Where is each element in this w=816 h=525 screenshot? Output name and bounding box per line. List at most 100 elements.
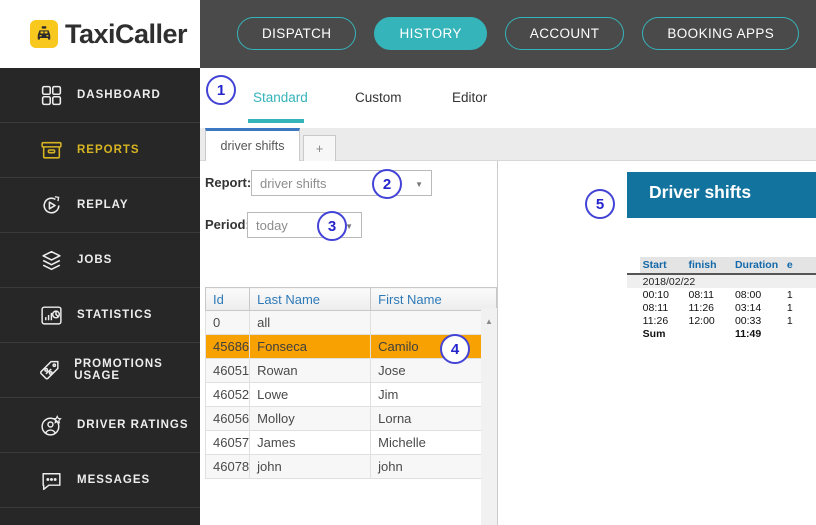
cell-last-name[interactable]: all — [249, 310, 372, 335]
active-tab-underline — [248, 119, 304, 123]
sidebar-item-label: JOBS — [77, 254, 113, 266]
drivers-table: Id Last Name First Name 0 all 45686 Fons… — [204, 287, 498, 479]
sum-value: 11:49 — [734, 328, 762, 340]
table-scrollbar[interactable]: ▲ — [481, 308, 497, 525]
shift-row: 08:11 11:26 03:14 1 — [627, 301, 816, 314]
shift-row: 00:10 08:11 08:00 1 — [627, 288, 816, 301]
column-header-finish: finish — [685, 257, 732, 275]
cell-first-name[interactable]: john — [370, 454, 498, 479]
sidebar: DASHBOARD REPORTS REPLAY JOBS STATISTICS… — [0, 68, 200, 525]
column-header-duration: Duration — [731, 257, 784, 275]
cell-last-name[interactable]: James — [249, 430, 372, 455]
sidebar-item-label: DASHBOARD — [77, 89, 161, 101]
sidebar-item-jobs[interactable]: JOBS — [0, 233, 200, 288]
shift-extra: 1 — [786, 315, 793, 327]
cell-id[interactable]: 46052 — [204, 382, 251, 407]
scroll-up-arrow-icon[interactable]: ▲ — [485, 317, 493, 326]
sidebar-item-promotions-usage[interactable]: PROMOTIONS USAGE — [0, 343, 200, 398]
replay-icon — [36, 193, 66, 218]
cell-id[interactable]: 46056 — [204, 406, 251, 431]
sidebar-item-label: PROMOTIONS USAGE — [74, 358, 163, 382]
annotation-circle-5: 5 — [585, 189, 615, 219]
period-select-value: today — [256, 218, 288, 233]
table-row[interactable]: 46052 Lowe Jim — [204, 382, 498, 407]
sum-label: Sum — [642, 328, 666, 340]
report-preview-title: Driver shifts — [649, 182, 752, 202]
cell-first-name[interactable]: Jim — [370, 382, 498, 407]
report-preview-banner: Driver shifts — [627, 172, 816, 218]
cell-last-name[interactable]: john — [249, 454, 372, 479]
promotions-tag-icon — [36, 358, 63, 383]
cell-id[interactable]: 46057 — [204, 430, 251, 455]
cell-first-name[interactable]: Lorna — [370, 406, 498, 431]
shift-finish: 12:00 — [688, 315, 715, 327]
shift-finish: 11:26 — [688, 302, 715, 314]
cell-last-name[interactable]: Rowan — [249, 358, 372, 383]
table-row[interactable]: 46056 Molloy Lorna — [204, 406, 498, 431]
brand-logo[interactable]: TaxiCaller — [0, 0, 200, 68]
sheet-tab-driver-shifts[interactable]: driver shifts — [205, 128, 300, 161]
cell-first-name[interactable] — [370, 310, 498, 335]
sidebar-item-label: DRIVER RATINGS — [77, 419, 189, 431]
dashboard-grid-icon — [36, 83, 66, 108]
cell-first-name[interactable]: Camilo — [370, 334, 498, 359]
cell-first-name[interactable]: Michelle — [370, 430, 498, 455]
sidebar-item-statistics[interactable]: STATISTICS — [0, 288, 200, 343]
cell-id[interactable]: 46078 — [204, 454, 251, 479]
driver-ratings-icon — [36, 413, 66, 438]
cell-id[interactable]: 0 — [204, 310, 251, 335]
nav-account-button[interactable]: ACCOUNT — [504, 17, 625, 50]
sidebar-item-label: STATISTICS — [77, 309, 153, 321]
add-sheet-tab-button[interactable]: + — [303, 135, 336, 161]
main-area: Standard Custom Editor driver shifts + R… — [200, 68, 816, 525]
report-mode-tabs: Standard Custom Editor — [200, 68, 816, 128]
sidebar-item-label: REPORTS — [77, 144, 140, 156]
shift-duration: 00:33 — [734, 315, 762, 327]
nav-history-button[interactable]: HISTORY — [374, 17, 487, 50]
report-preview-panel: Driver shifts Start finish Duration e 20… — [497, 161, 816, 525]
column-header-first-name[interactable]: First Name — [370, 287, 498, 311]
annotation-circle-4: 4 — [440, 334, 470, 364]
shift-table-header: Start finish Duration e — [627, 257, 816, 275]
sidebar-item-label: REPLAY — [77, 199, 129, 211]
tab-standard[interactable]: Standard — [253, 90, 308, 105]
period-field-label: Period: — [205, 217, 250, 232]
cell-id[interactable]: 46051 — [204, 358, 251, 383]
shift-row: 11:26 12:00 00:33 1 — [627, 314, 816, 327]
tab-custom[interactable]: Custom — [355, 90, 402, 105]
column-header-start: Start — [639, 257, 686, 275]
shift-start: 08:11 — [642, 302, 669, 314]
cell-first-name[interactable]: Jose — [370, 358, 498, 383]
cell-last-name[interactable]: Lowe — [249, 382, 372, 407]
statistics-chart-icon — [36, 303, 66, 328]
sheet-tab-strip: driver shifts + — [200, 128, 816, 161]
sidebar-item-replay[interactable]: REPLAY — [0, 178, 200, 233]
cell-last-name[interactable]: Fonseca — [249, 334, 372, 359]
column-header-last-name[interactable]: Last Name — [249, 287, 372, 311]
annotation-circle-2: 2 — [372, 169, 402, 199]
cell-id[interactable]: 45686 — [204, 334, 251, 359]
cell-last-name[interactable]: Molloy — [249, 406, 372, 431]
brand-name: TaxiCaller — [65, 18, 188, 49]
blank-header-cell — [627, 257, 640, 275]
report-field-label: Report: — [205, 175, 252, 190]
tab-editor[interactable]: Editor — [452, 90, 487, 105]
sidebar-item-driver-ratings[interactable]: DRIVER RATINGS — [0, 398, 200, 453]
shift-duration: 08:00 — [734, 289, 762, 301]
nav-dispatch-button[interactable]: DISPATCH — [237, 17, 357, 50]
sidebar-item-dashboard[interactable]: DASHBOARD — [0, 68, 200, 123]
dropdown-arrow-icon: ▼ — [415, 180, 423, 189]
nav-booking-apps-button[interactable]: BOOKING APPS — [642, 17, 800, 50]
column-header-clipped: e — [783, 257, 816, 275]
sidebar-item-reports[interactable]: REPORTS — [0, 123, 200, 178]
column-header-id[interactable]: Id — [204, 287, 251, 311]
table-row[interactable]: 0 all — [204, 310, 498, 335]
report-select-value: driver shifts — [260, 176, 327, 191]
report-select[interactable]: driver shifts ▼ — [251, 170, 432, 196]
shift-start: 11:26 — [642, 315, 669, 327]
table-row[interactable]: 46078 john john — [204, 454, 498, 479]
table-row[interactable]: 46057 James Michelle — [204, 430, 498, 455]
jobs-layers-icon — [36, 248, 66, 273]
sidebar-item-messages[interactable]: MESSAGES — [0, 453, 200, 508]
messages-bubble-icon — [36, 468, 66, 493]
